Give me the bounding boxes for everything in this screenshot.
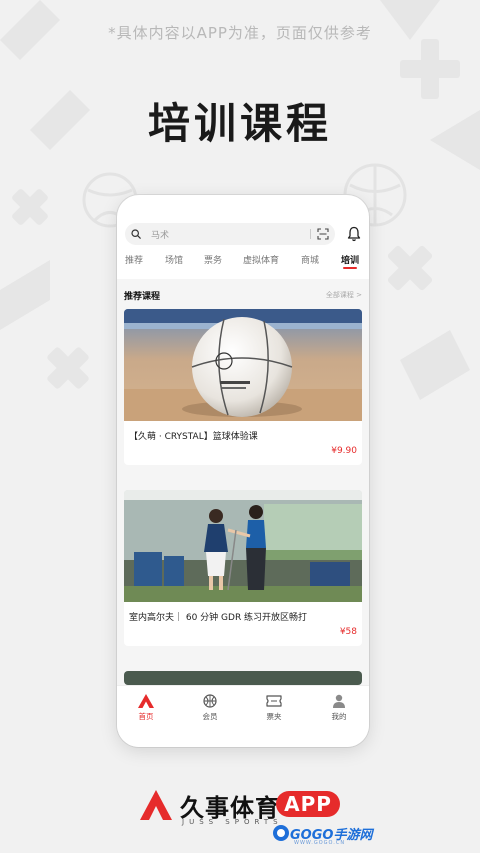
search-icon — [131, 229, 141, 239]
indoor-golf-photo — [124, 490, 362, 602]
course-card[interactable] — [124, 671, 362, 685]
member-ball-icon — [203, 694, 217, 708]
watermark-subtitle: WWW.GOGO.CN — [294, 840, 346, 846]
home-logo-icon — [138, 694, 154, 708]
nav-member[interactable]: 会员 — [185, 694, 235, 722]
search-divider — [310, 229, 311, 239]
hero-title: 培训课程 — [147, 99, 332, 148]
nav-label: 我的 — [331, 712, 347, 721]
nav-label: 票夹 — [266, 712, 282, 721]
brand-logo-icon — [140, 790, 172, 820]
section-title: 推荐课程 — [124, 292, 161, 302]
nav-label: 首页 — [138, 712, 154, 721]
phone-mockup: 马术 推荐 场馆 票务 虚拟体育 商城 培训 推荐课程 全部课程 > 【久萌 ·… — [117, 195, 369, 747]
basketball-photo — [124, 309, 362, 421]
category-tabs: 推荐 场馆 票务 虚拟体育 商城 培训 — [125, 253, 361, 269]
bottom-navigation: 首页 会员 票夹 我的 — [117, 685, 369, 747]
course-title: 室内高尔夫｜ 60 分钟 GDR 练习开放区畅打 — [129, 613, 308, 623]
all-courses-link[interactable]: 全部课程 > — [326, 290, 362, 300]
brand-subtitle: JUSS SPORTS — [182, 818, 283, 826]
bell-icon[interactable] — [347, 226, 361, 242]
tab-virtual-sports[interactable]: 虚拟体育 — [243, 253, 279, 266]
search-bar: 马术 — [125, 223, 361, 245]
course-photo-partial — [124, 671, 362, 685]
brand-footer: 久事体育 JUSS SPORTS APP — [0, 788, 480, 828]
tab-training[interactable]: 培训 — [341, 253, 359, 266]
course-title: 【久萌 · CRYSTAL】篮球体验课 — [129, 432, 258, 442]
person-icon — [333, 694, 345, 708]
disclaimer-text: *具体内容以APP为准，页面仅供参考 — [108, 24, 372, 42]
course-price: ¥58 — [339, 627, 357, 637]
tab-recommend[interactable]: 推荐 — [125, 253, 143, 266]
watermark-logo-icon — [273, 825, 289, 841]
nav-profile[interactable]: 我的 — [314, 694, 364, 722]
course-price: ¥9.90 — [331, 446, 357, 456]
tab-venues[interactable]: 场馆 — [165, 253, 183, 266]
active-tab-indicator — [343, 267, 357, 269]
nav-tickets[interactable]: 票夹 — [249, 694, 299, 722]
tab-tickets[interactable]: 票务 — [204, 253, 222, 266]
search-input[interactable]: 马术 — [125, 223, 335, 245]
course-card[interactable]: 室内高尔夫｜ 60 分钟 GDR 练习开放区畅打 ¥58 — [124, 490, 362, 646]
ticket-icon — [266, 695, 282, 707]
nav-home[interactable]: 首页 — [121, 694, 171, 722]
course-card[interactable]: 【久萌 · CRYSTAL】篮球体验课 ¥9.90 — [124, 309, 362, 465]
tab-mall[interactable]: 商城 — [301, 253, 319, 266]
search-placeholder: 马术 — [151, 230, 170, 241]
scan-icon[interactable] — [317, 228, 329, 240]
nav-label: 会员 — [202, 712, 218, 721]
app-badge: APP — [276, 791, 340, 817]
watermark: GOGO手游网 WWW.GOGO.CN — [272, 820, 376, 848]
section-header: 推荐课程 全部课程 > — [124, 289, 362, 303]
